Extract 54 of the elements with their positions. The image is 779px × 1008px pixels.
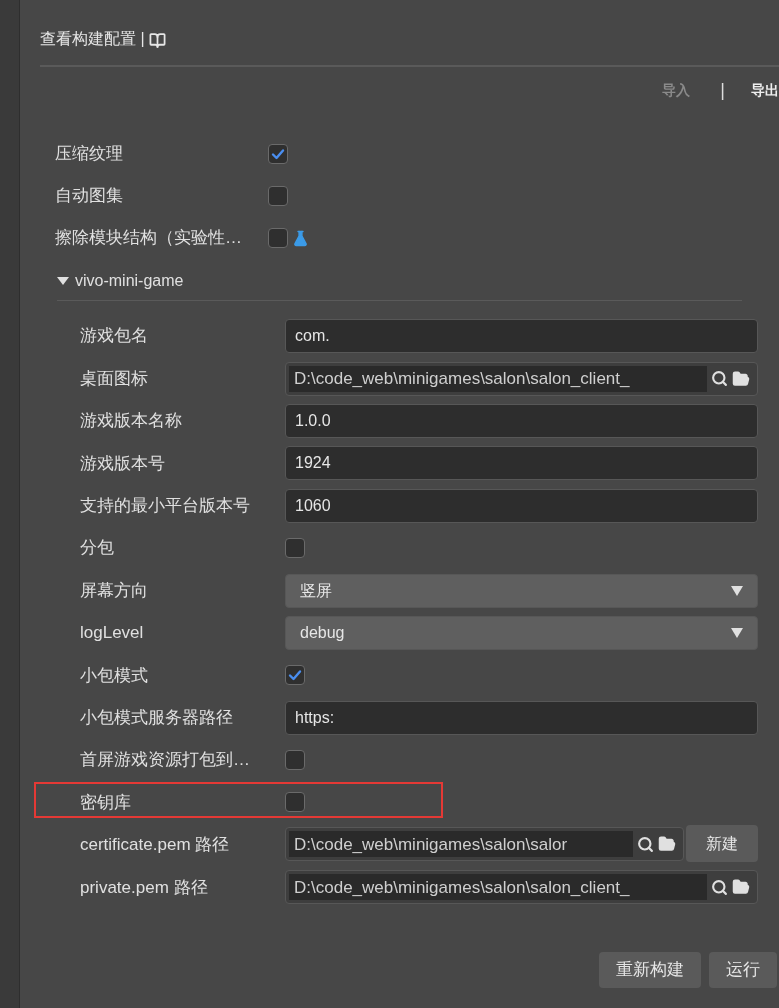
field-label: 支持的最小平台版本号: [80, 495, 251, 517]
field-label: 游戏版本号: [80, 452, 166, 475]
checkbox[interactable]: [285, 792, 305, 813]
checkbox[interactable]: [268, 186, 288, 206]
separator: |: [720, 78, 725, 102]
new-button[interactable]: 新建: [686, 825, 758, 863]
path-field[interactable]: D:\code_web\minigames\salon\salon_client_: [285, 870, 758, 905]
expand-arrow-icon[interactable]: [57, 276, 69, 285]
checkbox[interactable]: [268, 144, 288, 164]
input-field[interactable]: 1.0.0: [285, 403, 758, 438]
field-label: 桌面图标: [80, 367, 149, 390]
field-label: 小包模式: [80, 664, 149, 687]
field-label: 首屏游戏资源打包到…: [80, 749, 251, 772]
action-button[interactable]: 重新构建: [599, 952, 701, 988]
field-label: certificate.pem 路径: [80, 834, 231, 857]
checkbox[interactable]: [268, 228, 288, 248]
checkbox[interactable]: [285, 538, 305, 559]
panel-title: 查看构建配置 |: [40, 29, 145, 49]
field-label: 小包模式服务器路径: [80, 706, 234, 729]
input-field[interactable]: 1060: [285, 488, 758, 523]
dropdown-arrow-icon: [731, 585, 743, 596]
field-label: private.pem 路径: [80, 876, 209, 899]
input-field[interactable]: https:: [285, 700, 758, 735]
check-icon: [271, 147, 285, 161]
section-title[interactable]: vivo-mini-game: [75, 268, 184, 293]
search-icon[interactable]: [637, 835, 654, 853]
select-dropdown[interactable]: debug: [285, 615, 758, 650]
search-icon[interactable]: [711, 878, 728, 896]
field-label: 密钥库: [80, 791, 132, 814]
folder-icon[interactable]: [732, 878, 750, 897]
checkbox[interactable]: [285, 750, 305, 771]
search-icon[interactable]: [711, 370, 728, 388]
option-label: 擦除模块结构（实验性…: [55, 227, 243, 250]
check-icon: [288, 668, 302, 683]
export-link[interactable]: 导出: [751, 79, 779, 101]
checkbox[interactable]: [285, 665, 305, 686]
dropdown-arrow-icon: [731, 627, 743, 638]
folder-icon[interactable]: [732, 369, 750, 388]
field-label: 游戏版本名称: [80, 410, 183, 433]
option-label: 自动图集: [55, 185, 124, 208]
flask-icon: [292, 229, 309, 247]
input-field[interactable]: 1924: [285, 446, 758, 481]
option-label: 压缩纹理: [55, 143, 124, 166]
book-icon[interactable]: [148, 32, 166, 49]
input-field[interactable]: com.: [285, 319, 758, 354]
select-dropdown[interactable]: 竖屏: [285, 573, 758, 608]
action-button[interactable]: 运行: [709, 952, 777, 988]
path-field[interactable]: D:\code_web\minigames\salon\salon_client_: [285, 361, 758, 396]
field-label: 屏幕方向: [80, 579, 149, 602]
folder-icon[interactable]: [658, 835, 676, 854]
field-label: 分包: [80, 537, 115, 560]
field-label: 游戏包名: [80, 325, 149, 348]
field-label: logLevel: [80, 622, 145, 645]
path-field[interactable]: D:\code_web\minigames\salon\salor: [285, 827, 684, 862]
